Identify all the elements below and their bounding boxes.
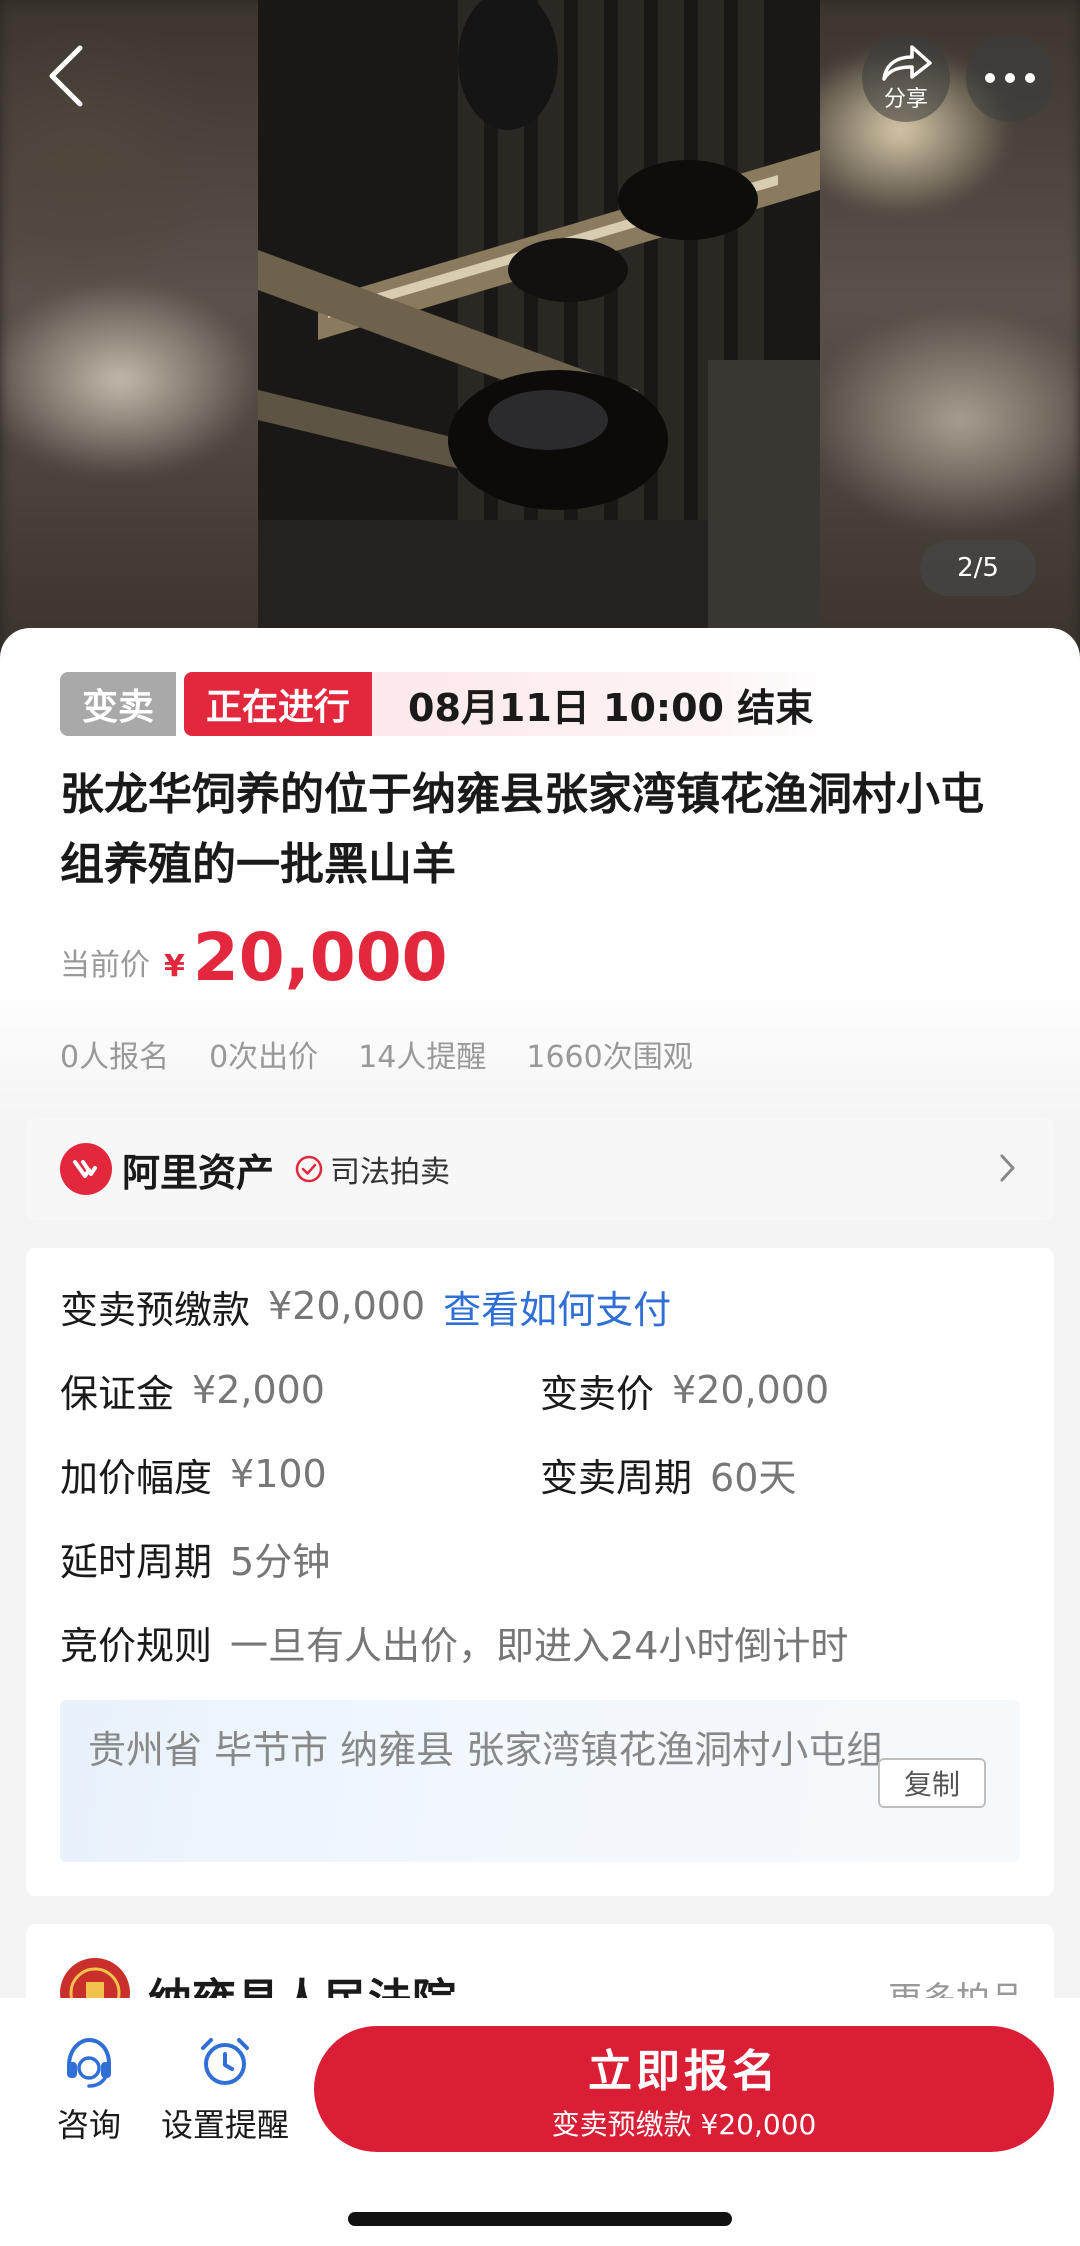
type-badge: 变卖 — [60, 672, 177, 736]
address-box: 贵州省 毕节市 纳雍县 张家湾镇花渔洞村小屯组 复制 — [60, 1700, 1020, 1862]
more-button[interactable] — [966, 34, 1054, 122]
deposit-value: ¥2,000 — [192, 1368, 325, 1412]
prepay-value: ¥20,000 — [268, 1284, 426, 1328]
share-button[interactable]: 分享 — [862, 34, 950, 122]
chevron-right-icon — [1000, 1154, 1015, 1182]
stat-bids: 0次出价 — [209, 1040, 319, 1075]
share-icon — [882, 45, 932, 81]
rule-value: 一旦有人出价，即进入24小时倒计时 — [230, 1623, 849, 1668]
delay-value: 5分钟 — [230, 1539, 331, 1584]
status-badge: 正在进行 — [184, 672, 373, 736]
stat-signups: 0人报名 — [60, 1040, 170, 1075]
copy-address-button[interactable]: 复制 — [878, 1758, 986, 1808]
prepay-label: 变卖预缴款 — [60, 1287, 251, 1332]
period-label: 变卖周期 — [540, 1455, 693, 1500]
home-indicator[interactable] — [348, 2212, 732, 2226]
auction-stats: 0人报名 0次出价 14人提醒 1660次围观 — [60, 1032, 733, 1076]
increment-label: 加价幅度 — [60, 1455, 213, 1500]
more-dot-icon — [1025, 73, 1035, 83]
rule-label: 竞价规则 — [60, 1623, 213, 1668]
platform-name: 阿里资产 — [122, 1150, 275, 1195]
end-time: 08月11日 10:00 结束 — [372, 672, 840, 736]
chevron-left-icon — [49, 45, 83, 107]
sale-price-label: 变卖价 — [540, 1371, 655, 1416]
bottom-action-bar: 咨询 设置提醒 立即报名 变卖预缴款 ¥20,000 — [0, 1998, 1080, 2246]
sale-price-row: 变卖价 ¥20,000 — [540, 1360, 829, 1420]
cta-main-label: 立即报名 — [588, 2046, 780, 2097]
price-value: 20,000 — [192, 919, 448, 996]
consult-label: 咨询 — [56, 2106, 121, 2144]
consult-button[interactable]: 咨询 — [24, 2034, 154, 2146]
cta-sub-label: 变卖预缴款 ¥20,000 — [551, 2108, 817, 2141]
auction-summary-card: 变卖 正在进行 08月11日 10:00 结束 张龙华饲养的位于纳雍县张家湾镇花… — [0, 628, 1080, 1128]
period-row: 变卖周期 60天 — [540, 1444, 796, 1504]
goat-photo-image — [258, 0, 820, 630]
delay-row: 延时周期 5分钟 — [60, 1528, 330, 1588]
deposit-row: 保证金 ¥2,000 — [60, 1360, 325, 1420]
more-dot-icon — [1005, 73, 1015, 83]
gallery-counter: 2/5 — [920, 540, 1036, 596]
increment-value: ¥100 — [230, 1452, 327, 1496]
ali-assets-mark-icon — [73, 1160, 97, 1178]
period-value: 60天 — [710, 1455, 797, 1500]
more-dot-icon — [985, 73, 995, 83]
set-reminder-button[interactable]: 设置提醒 — [160, 2034, 290, 2146]
auction-detail-page: 分享 2/5 变卖 正在进行 08月11日 10:00 结束 张龙华饲养的位于纳… — [0, 0, 1080, 2246]
delay-label: 延时周期 — [60, 1539, 213, 1584]
platform-bar[interactable]: 阿里资产 司法拍卖 — [26, 1118, 1054, 1220]
back-button[interactable] — [38, 38, 94, 114]
reminder-label: 设置提醒 — [160, 2106, 289, 2144]
platform-tag: 司法拍卖 — [330, 1155, 451, 1190]
address-text: 贵州省 毕节市 纳雍县 张家湾镇花渔洞村小屯组 — [88, 1728, 885, 1772]
prepay-row: 变卖预缴款 ¥20,000 查看如何支付 — [60, 1276, 671, 1336]
gallery-photo[interactable] — [258, 0, 820, 630]
image-gallery[interactable]: 分享 2/5 — [0, 0, 1080, 660]
stat-views: 1660次围观 — [526, 1040, 693, 1075]
sale-price-value: ¥20,000 — [672, 1368, 830, 1412]
increment-row: 加价幅度 ¥100 — [60, 1444, 327, 1504]
share-label: 分享 — [883, 87, 928, 112]
current-price: 当前价 ¥ 20,000 — [60, 918, 448, 998]
auction-terms-card: 变卖预缴款 ¥20,000 查看如何支付 保证金 ¥2,000 变卖价 ¥20,… — [26, 1248, 1054, 1896]
headset-icon — [67, 2037, 111, 2088]
how-to-pay-link[interactable]: 查看如何支付 — [443, 1279, 671, 1334]
stat-reminders: 14人提醒 — [358, 1040, 487, 1075]
status-badges: 变卖 正在进行 08月11日 10:00 结束 — [60, 672, 840, 736]
rule-row: 竞价规则 一旦有人出价，即进入24小时倒计时 — [60, 1612, 848, 1672]
alarm-clock-icon — [201, 2038, 249, 2085]
price-label: 当前价 — [60, 948, 150, 983]
register-now-button[interactable]: 立即报名 变卖预缴款 ¥20,000 — [314, 2026, 1054, 2152]
ali-assets-logo-icon — [60, 1143, 112, 1195]
item-title: 张龙华饲养的位于纳雍县张家湾镇花渔洞村小屯组养殖的一批黑山羊 — [60, 769, 984, 890]
verified-check-icon — [295, 1155, 323, 1183]
price-currency: ¥ — [164, 949, 185, 984]
deposit-label: 保证金 — [60, 1371, 175, 1416]
